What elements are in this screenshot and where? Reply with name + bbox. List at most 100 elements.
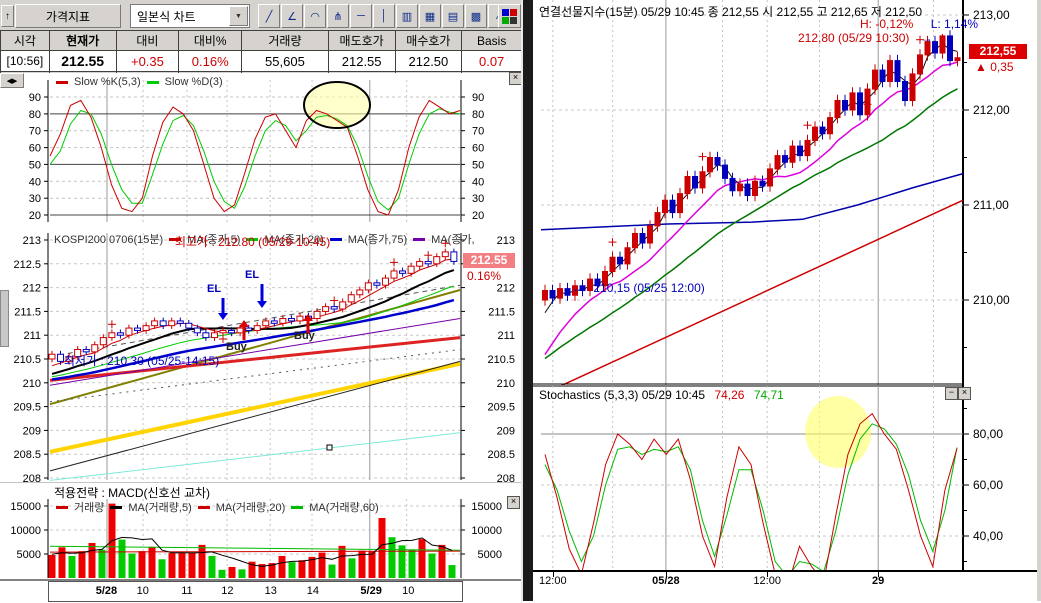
- tick-label: 211.5: [14, 306, 41, 318]
- quote-price: 212.55: [50, 51, 116, 72]
- palette-icon[interactable]: [498, 4, 521, 28]
- candle: [798, 146, 803, 156]
- time-axis-label: 11: [181, 585, 192, 597]
- square-marker: [327, 445, 332, 450]
- candle: [109, 333, 115, 338]
- tick-label: 60: [29, 143, 41, 155]
- candle: [408, 266, 414, 273]
- low-arrow-icon: ←: [572, 281, 584, 295]
- grid-tool-icon[interactable]: ▦: [419, 4, 441, 28]
- signal-arrow-head: [257, 301, 267, 308]
- bars-tool-icon[interactable]: ▩: [465, 4, 487, 28]
- futures-stochastic-chart[interactable]: 80,0060,0040,00: [533, 385, 1037, 570]
- left-time-axis[interactable]: 5/2810111213145/2910: [48, 581, 463, 602]
- tick-label: 211,00: [973, 198, 1009, 212]
- trendline-tool-icon[interactable]: ╱: [258, 4, 280, 28]
- candle: [775, 156, 780, 169]
- tick-label: 80,00: [973, 427, 1003, 441]
- signal-arrow-head: [218, 313, 228, 320]
- stoch-close-icon[interactable]: ×: [958, 387, 971, 400]
- candle: [49, 354, 55, 359]
- col-volume: 거래량: [242, 31, 328, 51]
- chevron-down-icon[interactable]: ▼: [229, 6, 248, 26]
- legend-swatch: [147, 81, 159, 84]
- candle: [177, 321, 183, 323]
- scroll-up-button[interactable]: ↑: [1, 5, 14, 27]
- peak-text: 212,80 (05/29 10:30): [798, 31, 909, 45]
- el-signal-label: EL: [207, 283, 221, 295]
- tick-label: 70: [472, 126, 484, 138]
- candle: [280, 319, 286, 324]
- volume-bar: [119, 540, 126, 578]
- candle: [820, 127, 825, 134]
- candle: [655, 213, 660, 226]
- low-text: 210,15 (05/25 12:00): [593, 281, 704, 295]
- candle: [903, 82, 908, 101]
- tick-label: 15000: [10, 501, 41, 513]
- chart-type-value: 일본식 차트: [131, 8, 196, 25]
- tick-label: 30: [29, 193, 41, 205]
- quote-change-pct: 0.16%: [179, 51, 241, 72]
- candle: [955, 58, 960, 61]
- candle: [723, 165, 728, 178]
- volume-bar: [409, 550, 416, 578]
- tick-label: 20: [29, 210, 41, 222]
- tick-label: 5000: [17, 549, 41, 561]
- el-signal-label: EL: [245, 269, 259, 281]
- candle: [685, 177, 690, 194]
- candle: [365, 283, 371, 290]
- chart-type-dropdown[interactable]: 일본식 차트 ▼: [130, 4, 250, 28]
- tick-label: 213,00: [973, 8, 1010, 22]
- current-price-tag: 212.55: [463, 253, 515, 268]
- candle: [933, 42, 938, 53]
- quote-time: [10:56]: [1, 51, 49, 72]
- vertical-line-tool-icon[interactable]: │: [373, 4, 395, 28]
- volume-bar: [69, 556, 76, 578]
- current-pct-tag: 0.16%: [467, 269, 501, 283]
- volume-bar: [89, 543, 96, 578]
- axis-tick: [767, 572, 768, 577]
- candle: [813, 127, 818, 140]
- volume-bar: [429, 554, 436, 578]
- futures-time-axis[interactable]: 12:0005/2812:0029: [533, 570, 1037, 603]
- futures-low-annotation: ← 210,15 (05/25 12:00): [572, 281, 705, 295]
- legend-label: KOSPI200 0706(15분): [54, 231, 163, 247]
- stochastics-title: Stochastics (5,3,3) 05/29 10:45: [539, 388, 705, 402]
- candle: [246, 328, 252, 330]
- futures-price-tag: 212,55: [969, 44, 1027, 59]
- vertical-hatch-tool-icon[interactable]: ▥: [396, 4, 418, 28]
- volume-bar: [239, 569, 246, 578]
- angle-tool-icon[interactable]: ∠: [281, 4, 303, 28]
- low-annotation: 최저가 : 210.30 (05/25-14:15): [64, 352, 219, 369]
- candle: [918, 55, 923, 74]
- tick-label: 210,00: [973, 293, 1010, 307]
- tick-label: 212: [497, 283, 515, 295]
- stoch-minimize-icon[interactable]: −: [945, 387, 958, 400]
- candle: [843, 101, 848, 111]
- candle: [211, 333, 217, 338]
- candle: [738, 184, 743, 191]
- candle: [618, 257, 623, 264]
- quote-bid: 212.50: [396, 51, 462, 72]
- volume-bar: [49, 555, 56, 578]
- legend-swatch: [110, 506, 122, 509]
- col-basis: Basis: [462, 31, 521, 51]
- candle: [237, 328, 243, 333]
- candle: [143, 326, 149, 331]
- futures-price-chart[interactable]: 213,00212,00211,00210,00: [533, 0, 1037, 385]
- horizontal-line-tool-icon[interactable]: ─: [350, 4, 372, 28]
- tick-label: 210.5: [13, 354, 41, 366]
- tick-label: 209: [23, 425, 41, 437]
- candle: [169, 321, 175, 326]
- arc-tool-icon[interactable]: ◠: [304, 4, 326, 28]
- horizontal-hatch-tool-icon[interactable]: ▤: [442, 4, 464, 28]
- volume-bar: [319, 553, 326, 578]
- tick-label: 208.5: [487, 449, 515, 461]
- col-change: 대비: [117, 31, 179, 51]
- fan-tool-icon[interactable]: ⋔: [327, 4, 349, 28]
- price-indicator-button[interactable]: 가격지표: [15, 4, 121, 28]
- legend-swatch: [291, 506, 303, 509]
- volume-bar: [209, 556, 216, 578]
- left-stochastic-chart[interactable]: 90908080707060605050404030302020: [0, 72, 521, 228]
- axis-tick: [553, 572, 554, 577]
